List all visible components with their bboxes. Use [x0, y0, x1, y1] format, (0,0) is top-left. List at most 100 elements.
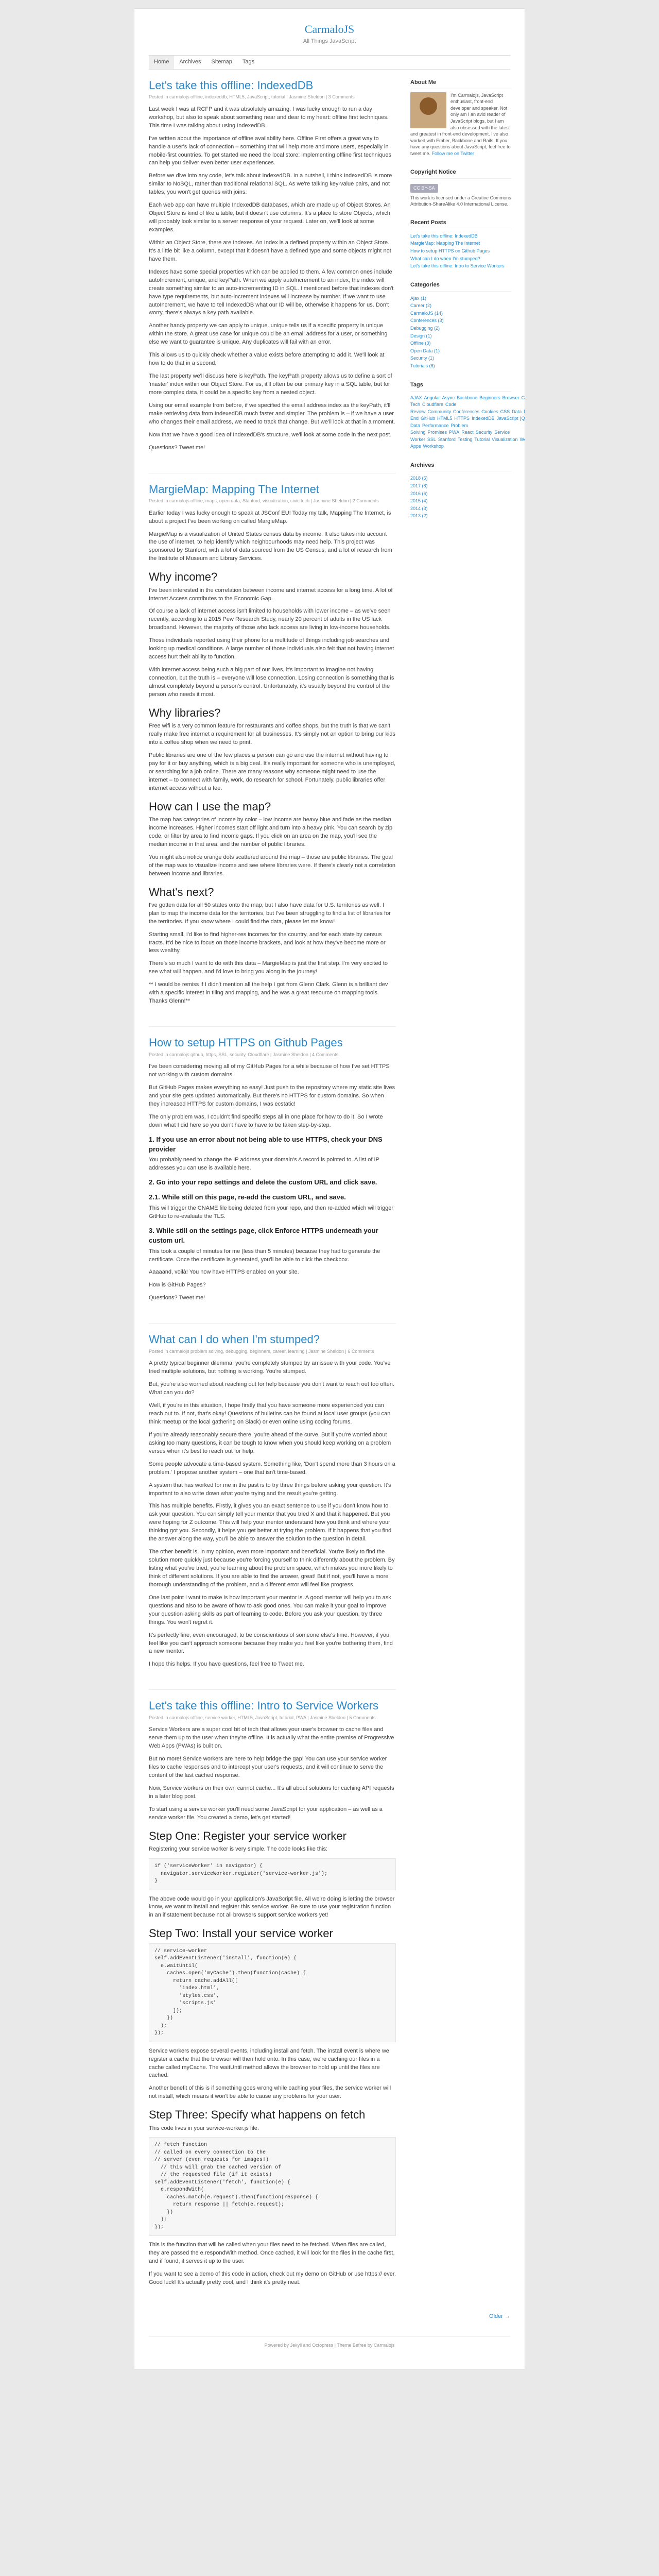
main-content: Let's take this offline: IndexedDB Posted…	[149, 79, 396, 2308]
post-1: MargieMap: Mapping The Internet Posted in…	[149, 483, 396, 1006]
nav-item-tags[interactable]: Tags	[237, 56, 259, 69]
post-title[interactable]: MargieMap: Mapping The Internet	[149, 483, 396, 496]
category-link[interactable]: Tutorials (6)	[410, 362, 511, 370]
post-paragraph: Questions? Tweet me!	[149, 444, 205, 451]
cc-license-badge[interactable]: CC BY-SA	[410, 183, 438, 193]
code-block: // service-worker self.addEventListener(…	[149, 1943, 396, 2042]
tag-link[interactable]: Performance	[422, 423, 449, 428]
section-paragraph: With internet access being such a big pa…	[149, 667, 394, 698]
recent-post-link[interactable]: What can I do when I'm stumped?	[410, 255, 511, 263]
tag-link[interactable]: Workshop	[423, 444, 444, 449]
recent-post-link[interactable]: How to setup HTTPS on Github Pages	[410, 247, 511, 255]
nav-item-sitemap[interactable]: Sitemap	[206, 56, 237, 69]
step-heading: 3. While still on the settings page, cli…	[149, 1226, 378, 1244]
archive-link[interactable]: 2013 (2)	[410, 512, 511, 520]
step-text: You probably need to change the IP addre…	[149, 1157, 379, 1172]
tag-link[interactable]: Visualization	[492, 437, 517, 442]
recent-post-link[interactable]: Let's take this offline: Intro to Servic…	[410, 262, 511, 270]
category-link[interactable]: Offline (3)	[410, 340, 511, 347]
tag-link[interactable]: Data	[512, 409, 522, 414]
tag-link[interactable]: Testing	[458, 437, 473, 442]
archive-link[interactable]: 2014 (3)	[410, 505, 511, 513]
tag-link[interactable]: IndexedDB	[472, 416, 495, 421]
category-link[interactable]: Ajax (1)	[410, 295, 511, 302]
site-title[interactable]: CarmaloJS	[149, 21, 510, 38]
tag-link[interactable]: Cookies	[481, 409, 498, 414]
section-heading: Step Three: Specify what happens on fetc…	[149, 2108, 366, 2122]
category-link[interactable]: Security (1)	[410, 354, 511, 362]
recent-posts-title: Recent Posts	[410, 219, 511, 229]
older-posts-link[interactable]: Older →	[149, 2313, 510, 2321]
tag-link[interactable]: Async	[442, 395, 455, 400]
section-paragraph: ** I would be remiss if I didn't mention…	[149, 981, 388, 1005]
section-heading: Why income?	[149, 570, 218, 584]
post-paragraph: This has multiple benefits. Firstly, it …	[149, 1503, 392, 1543]
post-2: How to setup HTTPS on Github Pages Posted…	[149, 1036, 396, 1302]
category-link[interactable]: Career (2)	[410, 302, 511, 310]
code-block: // fetch function // called on every con…	[149, 2137, 396, 2236]
category-link[interactable]: Design (1)	[410, 332, 511, 340]
archive-link[interactable]: 2018 (5)	[410, 474, 511, 482]
tag-link[interactable]: Conferences	[453, 409, 479, 414]
tag-link[interactable]: jQuery	[521, 416, 525, 421]
tag-link[interactable]: Debugging	[524, 409, 525, 414]
tag-link[interactable]: Stanford	[438, 437, 456, 442]
post-title[interactable]: Let's take this offline: IndexedDB	[149, 79, 396, 92]
sidebar: About Me I'm Carmalojs, JavaScript enthu…	[410, 79, 525, 2308]
nav-item-home[interactable]: Home	[149, 55, 175, 69]
post-outro: Questions? Tweet me!	[149, 1295, 205, 1301]
step-heading: 2. Go into your repo settings and delete…	[149, 1178, 377, 1187]
tag-link[interactable]: SSL	[427, 437, 436, 442]
tag-link[interactable]: CSS	[500, 409, 510, 414]
post-paragraph: The last property we'll discuss here is …	[149, 373, 392, 396]
tag-link[interactable]: Tutorial	[474, 437, 490, 442]
section-paragraph: The map has categories of income by colo…	[149, 816, 393, 848]
section-heading: Why libraries?	[149, 706, 221, 719]
category-link[interactable]: Open Data (1)	[410, 347, 511, 355]
post-divider	[149, 1026, 396, 1027]
nav-item-archives[interactable]: Archives	[174, 56, 206, 69]
tag-link[interactable]: React	[461, 430, 474, 435]
post-title[interactable]: Let's take this offline: Intro to Servic…	[149, 1699, 396, 1713]
tag-link[interactable]: AJAX	[410, 395, 422, 400]
post-paragraph: I hope this helps. If you have questions…	[149, 1661, 304, 1668]
tag-link[interactable]: Angular	[424, 395, 440, 400]
recent-post-link[interactable]: Let's take this offline: IndexedDB	[410, 232, 511, 240]
tag-link[interactable]: JavaScript	[497, 416, 518, 421]
tag-link[interactable]: GitHub	[421, 416, 435, 421]
archive-link[interactable]: 2016 (6)	[410, 490, 511, 498]
section-paragraph: Those individuals reported using their p…	[149, 637, 394, 660]
tag-link[interactable]: HTTPS	[455, 416, 470, 421]
tag-link[interactable]: Community	[428, 409, 452, 414]
archive-link[interactable]: 2015 (4)	[410, 497, 511, 505]
post-3: What can I do when I'm stumped? Posted in…	[149, 1333, 396, 1669]
copyright-widget: Copyright Notice CC BY-SA This work is l…	[410, 168, 511, 208]
post-title[interactable]: What can I do when I'm stumped?	[149, 1333, 396, 1346]
category-link[interactable]: CarmaloJS (14)	[410, 310, 511, 317]
post-meta: Posted in carmalojs problem solving, deb…	[149, 1348, 374, 1354]
post-paragraph: Earlier today I was lucky enough to spea…	[149, 510, 391, 524]
post-paragraph: This allows us to quickly check whether …	[149, 352, 385, 367]
tag-link[interactable]: Browser	[502, 395, 519, 400]
section-paragraph: This is the function that will be called…	[149, 2242, 395, 2265]
section-paragraph: Service workers expose several events, i…	[149, 2047, 389, 2079]
category-link[interactable]: Conferences (3)	[410, 317, 511, 325]
tag-link[interactable]: HTML5	[437, 416, 453, 421]
site-subtitle: All Things JavaScript	[303, 38, 356, 44]
tag-link[interactable]: Backbone	[457, 395, 477, 400]
tag-link[interactable]: Promises	[428, 430, 447, 435]
post-title[interactable]: How to setup HTTPS on Github Pages	[149, 1036, 396, 1049]
recent-post-link[interactable]: MargieMap: Mapping The Internet	[410, 240, 511, 247]
tag-link[interactable]: Cloudflare	[422, 402, 443, 407]
archive-link[interactable]: 2017 (8)	[410, 482, 511, 490]
archives-widget: Archives 2018 (5) 2017 (8) 2016 (6) 2015 (4…	[410, 462, 511, 520]
post-divider	[149, 1689, 396, 1690]
twitter-link[interactable]: Follow me on Twitter	[432, 151, 474, 156]
section-paragraph: If you want to see a demo of this code i…	[149, 2271, 396, 2286]
category-link[interactable]: Debugging (2)	[410, 325, 511, 332]
tag-link[interactable]: Security	[476, 430, 493, 435]
layout: Let's take this offline: IndexedDB Posted…	[149, 79, 525, 2308]
tag-link[interactable]: Caching	[522, 395, 525, 400]
tag-link[interactable]: Beginners	[479, 395, 500, 400]
tag-link[interactable]: PWA	[449, 430, 459, 435]
